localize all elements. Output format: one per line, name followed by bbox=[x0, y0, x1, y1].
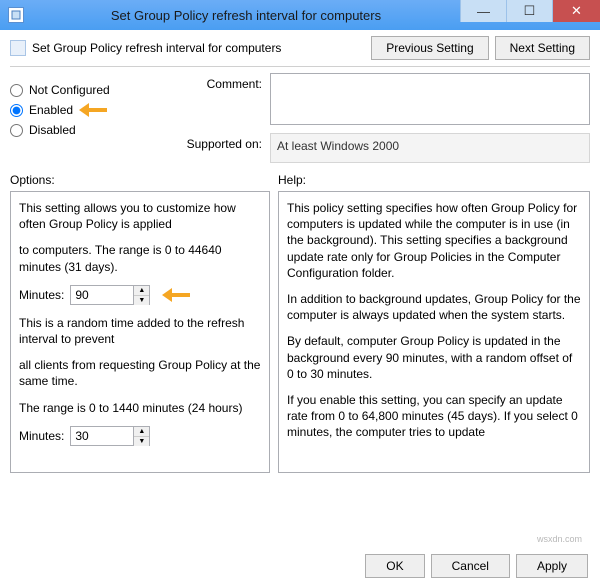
options-text: This is a random time added to the refre… bbox=[19, 315, 261, 347]
radio-not-configured[interactable] bbox=[10, 84, 23, 97]
minutes-offset-label: Minutes: bbox=[19, 428, 64, 444]
minutes-spinner[interactable]: ▲▼ bbox=[70, 285, 150, 305]
policy-icon bbox=[10, 40, 26, 56]
maximize-button[interactable]: ☐ bbox=[506, 0, 552, 22]
spinner-down-icon[interactable]: ▼ bbox=[134, 437, 149, 446]
minutes-offset-input[interactable] bbox=[71, 427, 133, 445]
next-setting-button[interactable]: Next Setting bbox=[495, 36, 590, 60]
annotation-arrow bbox=[79, 103, 113, 117]
policy-icon bbox=[8, 7, 24, 23]
comment-textarea[interactable] bbox=[270, 73, 590, 125]
annotation-arrow bbox=[162, 288, 196, 302]
apply-button[interactable]: Apply bbox=[516, 554, 588, 578]
radio-not-configured-label[interactable]: Not Configured bbox=[29, 83, 110, 97]
minutes-label: Minutes: bbox=[19, 287, 64, 303]
supported-on-value: At least Windows 2000 bbox=[270, 133, 590, 163]
spinner-up-icon[interactable]: ▲ bbox=[134, 286, 149, 296]
help-text: By default, computer Group Policy is upd… bbox=[287, 333, 581, 382]
help-label: Help: bbox=[278, 173, 590, 187]
titlebar: Set Group Policy refresh interval for co… bbox=[0, 0, 600, 30]
comment-label: Comment: bbox=[170, 73, 270, 91]
ok-button[interactable]: OK bbox=[365, 554, 424, 578]
page-title: Set Group Policy refresh interval for co… bbox=[32, 41, 365, 55]
options-text: The range is 0 to 1440 minutes (24 hours… bbox=[19, 400, 261, 416]
window-title: Set Group Policy refresh interval for co… bbox=[32, 8, 460, 23]
options-text: This setting allows you to customize how… bbox=[19, 200, 261, 232]
options-text: to computers. The range is 0 to 44640 mi… bbox=[19, 242, 261, 274]
divider bbox=[10, 66, 590, 67]
spinner-up-icon[interactable]: ▲ bbox=[134, 427, 149, 437]
options-label: Options: bbox=[10, 173, 270, 187]
minutes-offset-spinner[interactable]: ▲▼ bbox=[70, 426, 150, 446]
cancel-button[interactable]: Cancel bbox=[431, 554, 510, 578]
watermark: wsxdn.com bbox=[537, 534, 582, 544]
minutes-input[interactable] bbox=[71, 286, 133, 304]
dialog-footer: OK Cancel Apply bbox=[365, 554, 588, 578]
supported-on-label: Supported on: bbox=[170, 133, 270, 151]
options-text: all clients from requesting Group Policy… bbox=[19, 357, 261, 389]
radio-enabled-label[interactable]: Enabled bbox=[29, 103, 73, 117]
radio-disabled[interactable] bbox=[10, 124, 23, 137]
help-text: If you enable this setting, you can spec… bbox=[287, 392, 581, 441]
options-panel: This setting allows you to customize how… bbox=[10, 191, 270, 473]
previous-setting-button[interactable]: Previous Setting bbox=[371, 36, 488, 60]
radio-enabled[interactable] bbox=[10, 104, 23, 117]
help-text: In addition to background updates, Group… bbox=[287, 291, 581, 323]
radio-disabled-label[interactable]: Disabled bbox=[29, 123, 76, 137]
spinner-down-icon[interactable]: ▼ bbox=[134, 296, 149, 305]
close-button[interactable]: ✕ bbox=[552, 0, 600, 22]
help-text: This policy setting specifies how often … bbox=[287, 200, 581, 281]
help-panel: This policy setting specifies how often … bbox=[278, 191, 590, 473]
minimize-button[interactable]: — bbox=[460, 0, 506, 22]
